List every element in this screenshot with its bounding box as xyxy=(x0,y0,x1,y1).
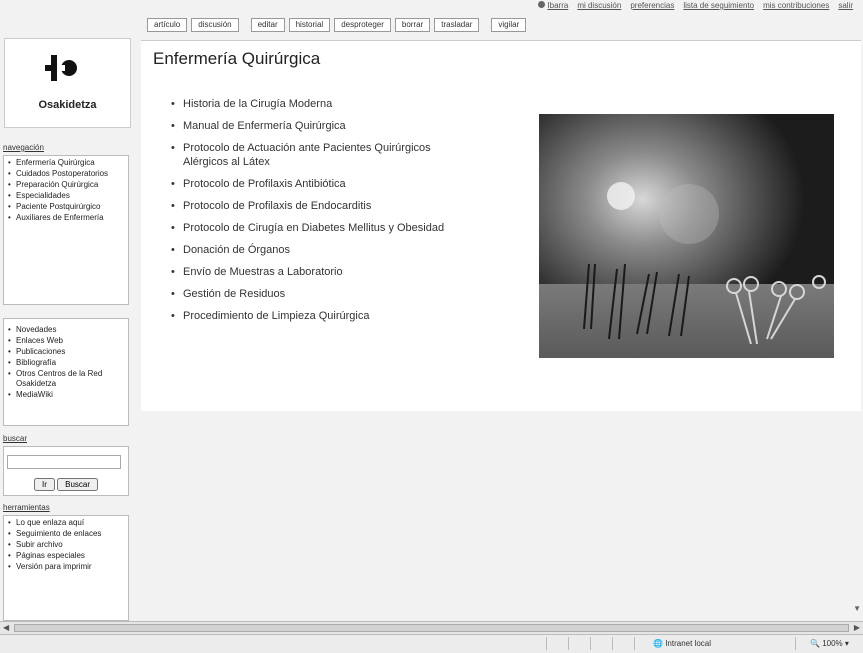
navigation-title: navegación xyxy=(3,143,44,152)
tab-unprotect[interactable]: desproteger xyxy=(334,18,391,32)
zone-label: Intranet local xyxy=(665,639,712,648)
go-button[interactable]: Ir xyxy=(33,478,55,491)
security-zone: 🌐 Intranet local xyxy=(653,639,711,648)
personal-bar: Ibarra mi discusión preferencias lista d… xyxy=(0,0,863,10)
zoom-control[interactable]: 🔍 100% ▾ xyxy=(810,639,849,648)
zoom-level: 100% xyxy=(822,639,843,648)
tab-move[interactable]: trasladar xyxy=(434,18,480,32)
surgical-instruments-photo xyxy=(539,114,834,358)
toolbox-item[interactable]: Páginas especiales xyxy=(7,551,125,561)
user-link[interactable]: Ibarra xyxy=(538,1,568,10)
article-link[interactable]: Protocolo de Actuación ante Pacientes Qu… xyxy=(171,141,446,169)
main-content: Enfermería Quirúrgica Historia de la Cir… xyxy=(141,40,861,411)
status-divider xyxy=(546,637,547,650)
resource-item[interactable]: Publicaciones xyxy=(7,347,125,357)
status-divider xyxy=(634,637,635,650)
article-link[interactable]: Donación de Órganos xyxy=(171,243,446,257)
chevron-down-icon[interactable]: ▾ xyxy=(845,639,849,648)
article-link[interactable]: Procedimiento de Limpieza Quirúrgica xyxy=(171,309,446,323)
tab-edit[interactable]: editar xyxy=(250,18,285,32)
status-divider xyxy=(795,637,796,650)
nav-item[interactable]: Auxiliares de Enfermería xyxy=(7,213,125,223)
resource-item[interactable]: Novedades xyxy=(7,325,125,335)
globe-icon: 🌐 xyxy=(653,639,663,648)
preferences-link[interactable]: preferencias xyxy=(630,1,674,10)
tab-discussion[interactable]: discusión xyxy=(191,18,239,32)
navigation-portlet: Enfermería Quirúrgica Cuidados Postopera… xyxy=(3,155,129,305)
tab-delete[interactable]: borrar xyxy=(394,18,431,32)
nav-item[interactable]: Enfermería Quirúrgica xyxy=(7,158,125,168)
contributions-link[interactable]: mis contribuciones xyxy=(763,1,829,10)
site-logo[interactable]: Osakidetza xyxy=(4,38,131,128)
search-portlet: Ir Buscar xyxy=(3,446,129,496)
resource-item[interactable]: Enlaces Web xyxy=(7,336,125,346)
status-bar: 🌐 Intranet local 🔍 100% ▾ xyxy=(0,634,863,653)
logo-text: Osakidetza xyxy=(38,99,97,111)
toolbox-portlet: Lo que enlaza aquí Seguimiento de enlace… xyxy=(3,515,129,621)
scroll-down-arrow-icon[interactable]: ▼ xyxy=(853,604,861,613)
nav-item[interactable]: Especialidades xyxy=(7,191,125,201)
nav-item[interactable]: Preparación Quirúrgica xyxy=(7,180,125,190)
resource-item[interactable]: MediaWiki xyxy=(7,390,125,400)
search-input[interactable] xyxy=(7,455,121,469)
scroll-right-arrow-icon[interactable]: ▶ xyxy=(854,623,860,632)
status-divider xyxy=(568,637,569,650)
nav-item[interactable]: Cuidados Postoperatorios xyxy=(7,169,125,179)
toolbox-item[interactable]: Subir archivo xyxy=(7,540,125,550)
scroll-left-arrow-icon[interactable]: ◀ xyxy=(3,623,9,632)
tab-watch[interactable]: vigilar xyxy=(491,18,527,32)
article-link[interactable]: Protocolo de Cirugía en Diabetes Mellitu… xyxy=(171,221,446,235)
horizontal-scrollbar[interactable]: ◀ ▶ xyxy=(0,621,863,634)
user-icon xyxy=(538,1,546,8)
article-link-list: Historia de la Cirugía Moderna Manual de… xyxy=(171,97,446,331)
toolbox-item[interactable]: Seguimiento de enlaces xyxy=(7,529,125,539)
page-tabs: artículo discusión editar historial desp… xyxy=(147,18,527,32)
surgical-instruments-image xyxy=(539,114,834,358)
scrollbar-thumb[interactable] xyxy=(14,624,849,632)
status-divider xyxy=(612,637,613,650)
article-link[interactable]: Manual de Enfermería Quirúrgica xyxy=(171,119,446,133)
search-title: buscar xyxy=(3,434,28,443)
toolbox-title: herramientas xyxy=(3,503,50,512)
search-button[interactable]: Buscar xyxy=(57,478,99,491)
resource-item[interactable]: Otros Centros de la Red Osakidetza xyxy=(7,369,125,389)
article-link[interactable]: Gestión de Residuos xyxy=(171,287,446,301)
watchlist-link[interactable]: lista de seguimiento xyxy=(683,1,754,10)
nav-item[interactable]: Paciente Postquirúrgico xyxy=(7,202,125,212)
resource-item[interactable]: Bibliografía xyxy=(7,358,125,368)
resources-portlet: Novedades Enlaces Web Publicaciones Bibl… xyxy=(3,318,129,426)
article-link[interactable]: Protocolo de Profilaxis de Endocarditis xyxy=(171,199,446,213)
personal-links: Ibarra mi discusión preferencias lista d… xyxy=(538,1,853,10)
toolbox-item[interactable]: Lo que enlaza aquí xyxy=(7,518,125,528)
tab-history[interactable]: historial xyxy=(288,18,331,32)
article-link[interactable]: Historia de la Cirugía Moderna xyxy=(171,97,446,111)
logout-link[interactable]: salir xyxy=(838,1,853,10)
tab-article[interactable]: artículo xyxy=(147,18,188,32)
page-title: Enfermería Quirúrgica xyxy=(153,49,321,68)
toolbox-item[interactable]: Versión para imprimir xyxy=(7,562,125,572)
article-link[interactable]: Envío de Muestras a Laboratorio xyxy=(171,265,446,279)
zoom-icon: 🔍 xyxy=(810,639,820,648)
osakidetza-logo-icon xyxy=(45,55,77,81)
status-divider xyxy=(590,637,591,650)
article-link[interactable]: Protocolo de Profilaxis Antibiótica xyxy=(171,177,446,191)
my-talk-link[interactable]: mi discusión xyxy=(577,1,621,10)
